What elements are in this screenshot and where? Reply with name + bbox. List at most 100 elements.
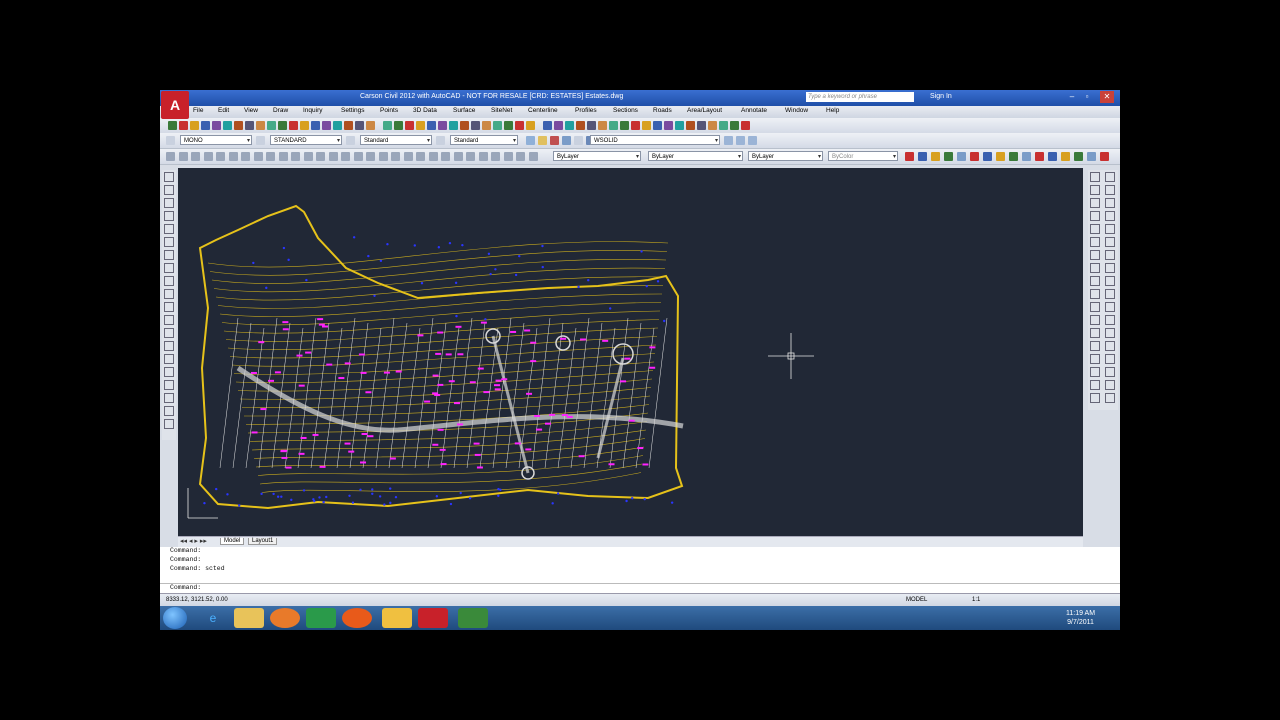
- tool-button-icon[interactable]: [344, 121, 353, 130]
- menu-inquiry[interactable]: Inquiry: [303, 107, 323, 114]
- standard-tool-icon[interactable]: [428, 152, 438, 161]
- standard-tool-icon[interactable]: [191, 152, 200, 161]
- standard-tool-icon[interactable]: [241, 152, 250, 161]
- modify-tool-icon[interactable]: [1105, 380, 1115, 390]
- mail-icon[interactable]: [382, 608, 412, 628]
- tool-button-icon[interactable]: [741, 121, 750, 130]
- standard-tool-icon[interactable]: [303, 152, 313, 161]
- tool-button-icon[interactable]: [223, 121, 232, 130]
- menu-edit[interactable]: Edit: [218, 107, 229, 114]
- modify-tool-icon[interactable]: [1090, 380, 1100, 390]
- standard-tool-icon[interactable]: [266, 152, 275, 161]
- view-icon[interactable]: [724, 136, 733, 145]
- property-tool-icon[interactable]: [1087, 152, 1096, 161]
- light-icon[interactable]: [538, 136, 547, 145]
- tool-button-icon[interactable]: [438, 121, 447, 130]
- property-tool-icon[interactable]: [1061, 152, 1070, 161]
- modify-tool-icon[interactable]: [1105, 263, 1115, 273]
- menu-sections[interactable]: Sections: [613, 107, 638, 114]
- draw-tool-icon[interactable]: [164, 211, 174, 221]
- command-line[interactable]: Command: Command: Command: scted Command…: [160, 547, 1120, 593]
- tool-button-icon[interactable]: [543, 121, 552, 130]
- menu-window[interactable]: Window: [785, 107, 808, 114]
- modify-tool-icon[interactable]: [1090, 237, 1100, 247]
- folder-icon[interactable]: [234, 608, 264, 628]
- property-tool-icon[interactable]: [1035, 152, 1044, 161]
- tool-button-icon[interactable]: [355, 121, 364, 130]
- modify-tool-icon[interactable]: [1090, 276, 1100, 286]
- table-style-dropdown[interactable]: Standard: [360, 135, 432, 146]
- tool-button-icon[interactable]: [730, 121, 739, 130]
- standard-tool-icon[interactable]: [366, 152, 375, 161]
- standard-tool-icon[interactable]: [341, 152, 350, 161]
- text-style-icon[interactable]: [166, 136, 175, 145]
- modify-tool-icon[interactable]: [1090, 302, 1100, 312]
- modify-tool-icon[interactable]: [1090, 263, 1100, 273]
- standard-tool-icon[interactable]: [216, 152, 225, 161]
- draw-tool-icon[interactable]: [164, 276, 174, 286]
- color-dropdown[interactable]: ByColor: [828, 151, 898, 162]
- property-tool-icon[interactable]: [918, 152, 927, 161]
- menu-sitenet[interactable]: SiteNet: [491, 107, 512, 114]
- property-tool-icon[interactable]: [1009, 152, 1018, 161]
- modify-tool-icon[interactable]: [1105, 341, 1115, 351]
- draw-tool-icon[interactable]: [164, 172, 174, 182]
- property-tool-icon[interactable]: [1100, 152, 1109, 161]
- modify-tool-icon[interactable]: [1105, 250, 1115, 260]
- tool-button-icon[interactable]: [278, 121, 287, 130]
- search-input[interactable]: Type a keyword or phrase: [806, 92, 914, 102]
- standard-tool-icon[interactable]: [166, 152, 175, 161]
- tool-button-icon[interactable]: [631, 121, 640, 130]
- tool-button-icon[interactable]: [697, 121, 706, 130]
- tool-button-icon[interactable]: [686, 121, 695, 130]
- tool-button-icon[interactable]: [609, 121, 618, 130]
- draw-tool-icon[interactable]: [164, 380, 174, 390]
- menu-3d-data[interactable]: 3D Data: [413, 107, 437, 114]
- tool-button-icon[interactable]: [267, 121, 276, 130]
- table-style-icon[interactable]: [346, 136, 355, 145]
- modify-tool-icon[interactable]: [1105, 185, 1115, 195]
- linetype-dropdown[interactable]: ByLayer: [648, 151, 743, 162]
- drawing-canvas[interactable]: [178, 168, 1083, 536]
- menu-annotate[interactable]: Annotate: [741, 107, 767, 114]
- tool-button-icon[interactable]: [405, 121, 414, 130]
- tool-button-icon[interactable]: [383, 121, 392, 130]
- standard-tool-icon[interactable]: [228, 152, 238, 161]
- menu-profiles[interactable]: Profiles: [575, 107, 597, 114]
- tool-button-icon[interactable]: [719, 121, 728, 130]
- menu-surface[interactable]: Surface: [453, 107, 475, 114]
- tool-button-icon[interactable]: [471, 121, 480, 130]
- tool-button-icon[interactable]: [664, 121, 673, 130]
- tool-button-icon[interactable]: [587, 121, 596, 130]
- tab-model[interactable]: Model: [220, 538, 245, 545]
- draw-tool-icon[interactable]: [164, 315, 174, 325]
- property-tool-icon[interactable]: [1074, 152, 1083, 161]
- modify-tool-icon[interactable]: [1090, 224, 1100, 234]
- tool-button-icon[interactable]: [245, 121, 254, 130]
- draw-tool-icon[interactable]: [164, 224, 174, 234]
- property-tool-icon[interactable]: [983, 152, 992, 161]
- pin-icon[interactable]: [550, 136, 559, 145]
- modify-tool-icon[interactable]: [1105, 211, 1115, 221]
- tool-button-icon[interactable]: [416, 121, 425, 130]
- modify-tool-icon[interactable]: [1090, 172, 1100, 182]
- mleader-style-dropdown[interactable]: Standard: [450, 135, 518, 146]
- standard-tool-icon[interactable]: [391, 152, 400, 161]
- text-style-dropdown[interactable]: MONO: [180, 135, 252, 146]
- start-button[interactable]: [163, 607, 187, 629]
- draw-tool-icon[interactable]: [164, 328, 174, 338]
- standard-tool-icon[interactable]: [203, 152, 213, 161]
- draw-tool-icon[interactable]: [164, 185, 174, 195]
- modify-tool-icon[interactable]: [1090, 185, 1100, 195]
- menu-help[interactable]: Help: [826, 107, 839, 114]
- tool-button-icon[interactable]: [366, 121, 375, 130]
- property-tool-icon[interactable]: [970, 152, 979, 161]
- standard-tool-icon[interactable]: [491, 152, 500, 161]
- draw-tool-icon[interactable]: [164, 393, 174, 403]
- draw-tool-icon[interactable]: [164, 341, 174, 351]
- minimize-button[interactable]: –: [1065, 91, 1079, 103]
- layer-dropdown[interactable]: ByLayer: [553, 151, 641, 162]
- standard-tool-icon[interactable]: [278, 152, 288, 161]
- tool-button-icon[interactable]: [482, 121, 491, 130]
- menu-settings[interactable]: Settings: [341, 107, 365, 114]
